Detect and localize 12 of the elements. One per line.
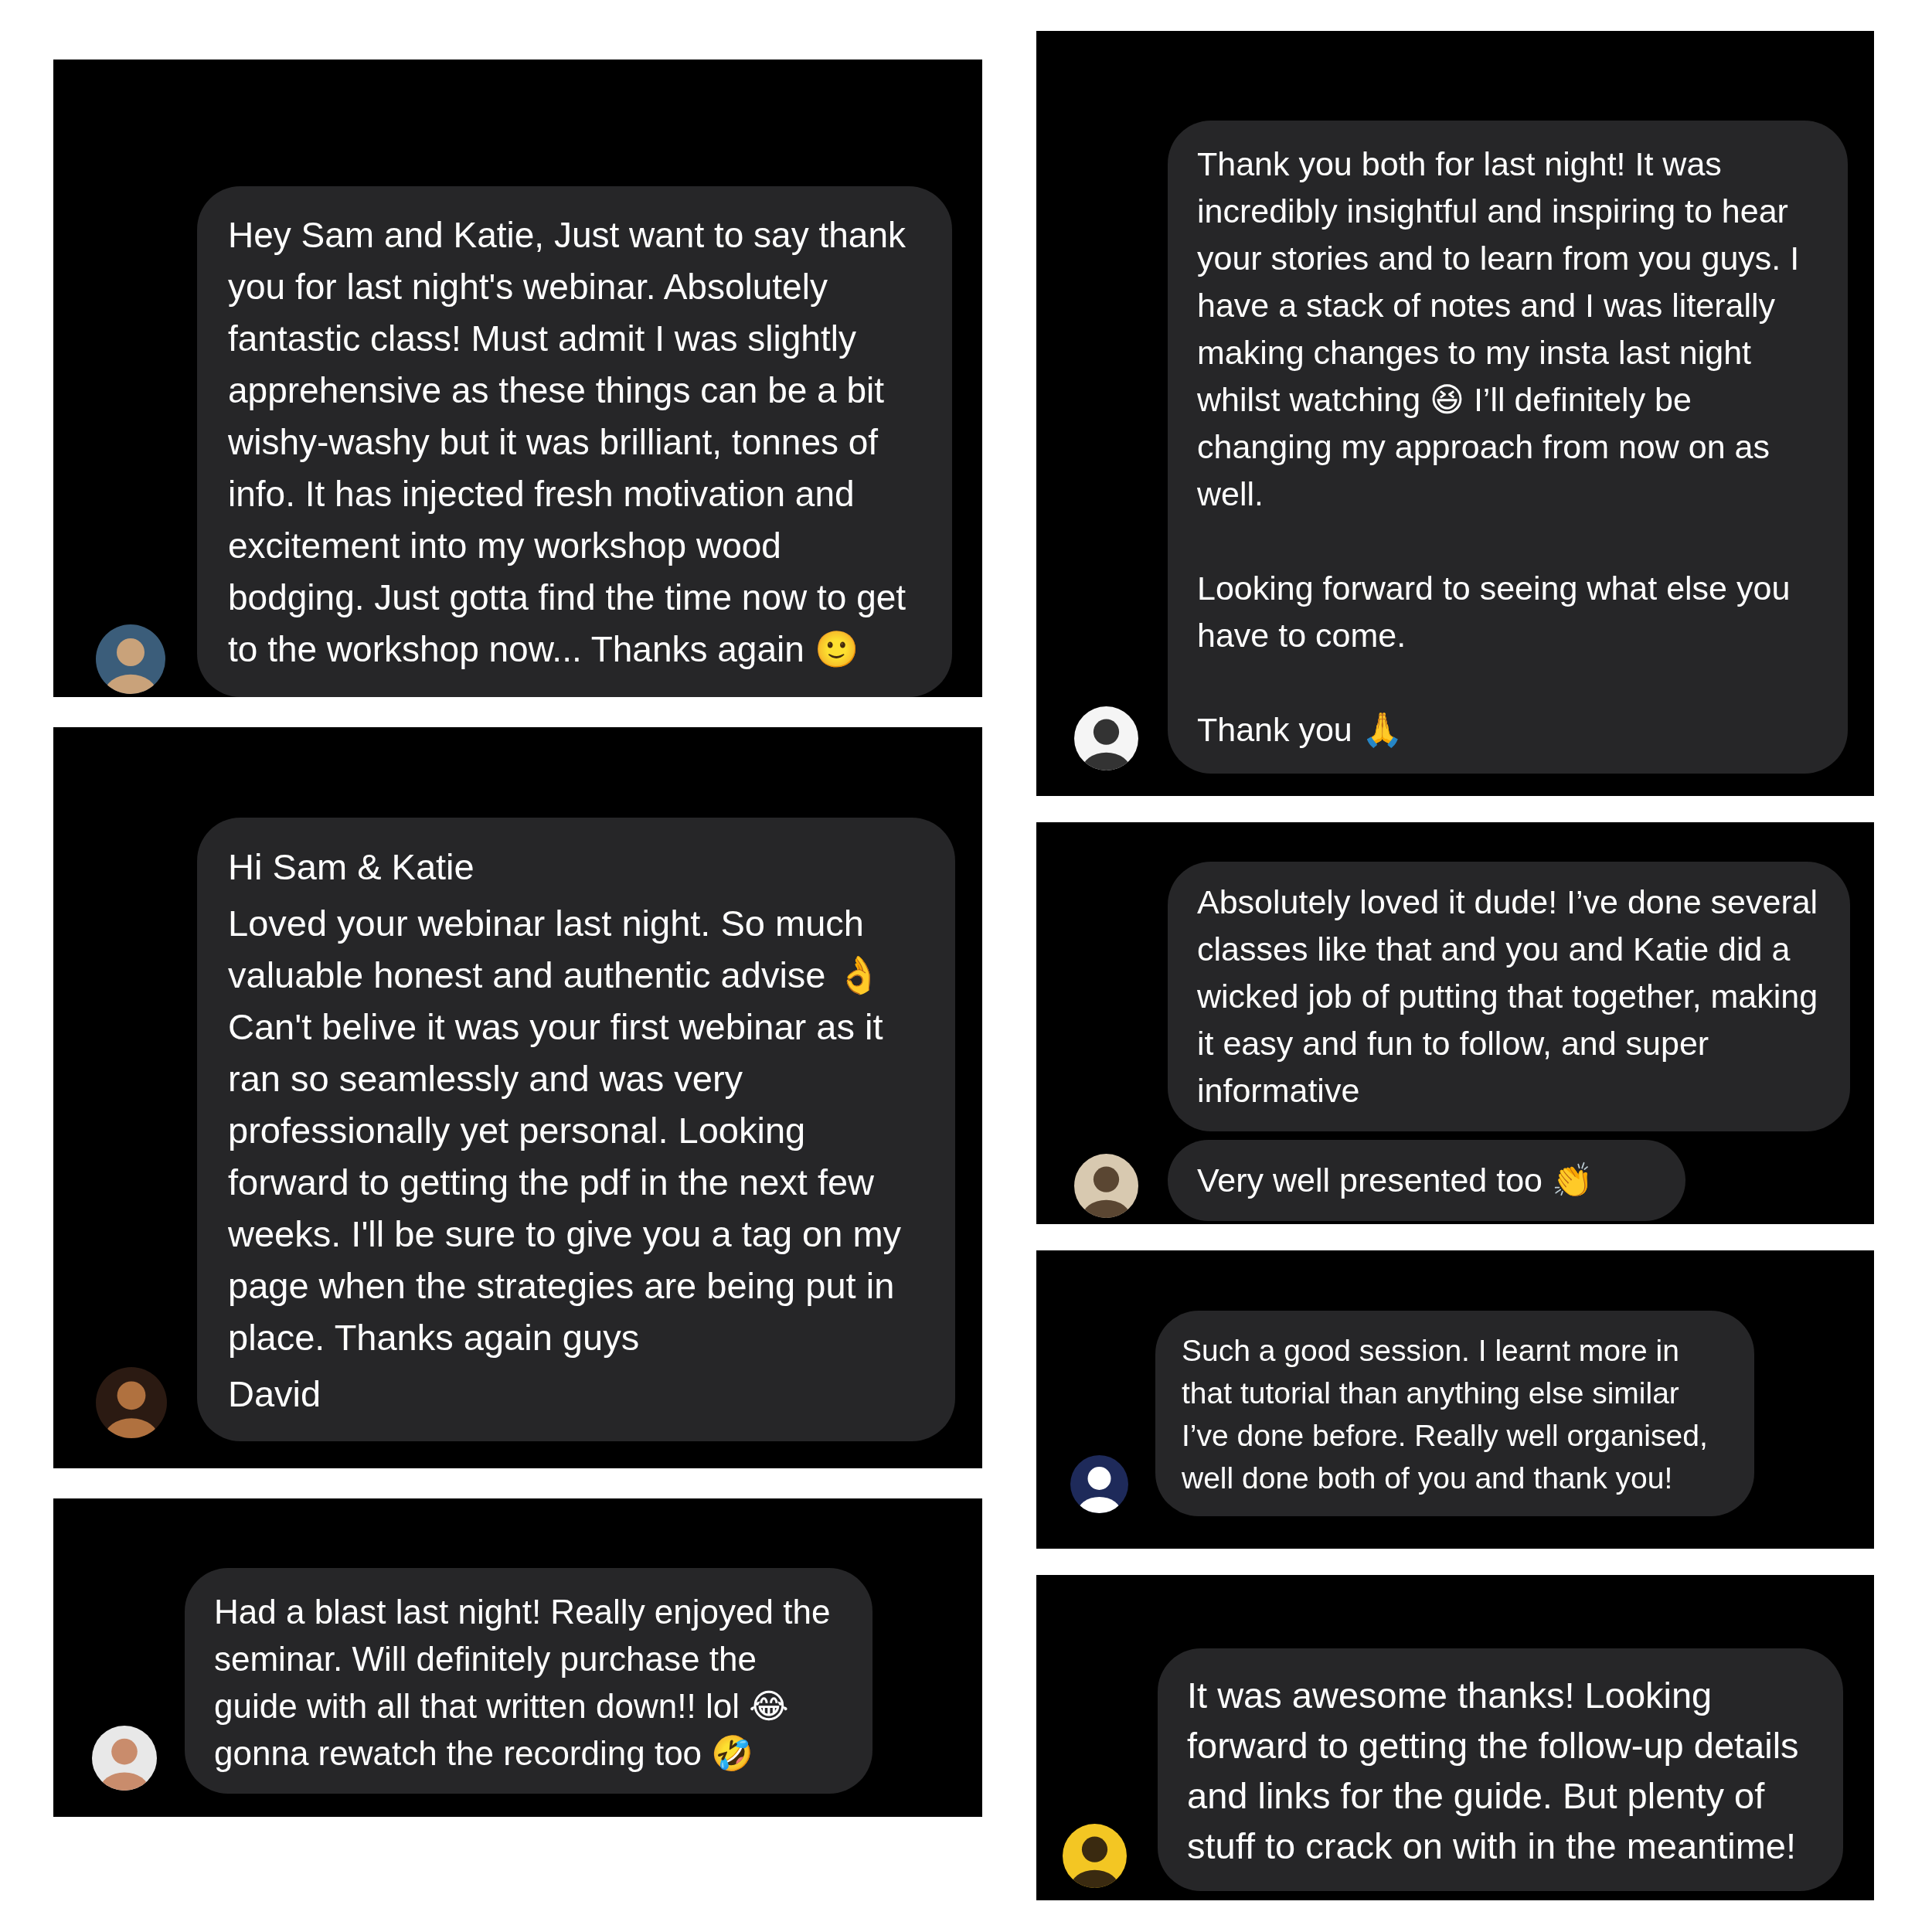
message-text: David [228,1372,322,1416]
message-text: Thank you 🙏 [1197,710,1404,750]
message-text: Thank you both for last night! It was incredibly insightful and inspiring to hear your stories and to learn from you guys. I have a stack of notes and I was literally making changes to my insta last night whilst watching 😆 I’ll definitely be changing my approach from now on as well. [1197,145,1801,514]
message-text: Hey Sam and Katie, Just want to say thank you for last night's webinar. Absolutely fantastic class! Must admit I was slightly apprehensive as these things can be a bit wishy-washy but it was brilliant, tonnes of info. It has injected fresh motivation and excitement into my workshop wood bodging. Just gotta find the time now to get to the workshop now... Thanks again 🙂 [228,214,907,671]
message-text: Loved your webinar last night. So much valuable honest and authentic advise 👌 Can't belive it was your first webinar as it ran so seamlessly and was very professionally yet personal. Looking forward to getting the pdf in the next few weeks. I'll be sure to give you a tag on my page when the strategies are being put in place. Thanks again guys [228,902,903,1359]
message-text: Looking forward to seeing what else you have to come. [1197,569,1791,655]
message-text: It was awesome thanks! Looking forward to getting the follow-up details and links for the guide. But plenty of stuff to crack on with in the meantime! [1187,1674,1800,1868]
message-text: Very well presented too 👏 [1197,1161,1594,1200]
message-text: Such a good session. I learnt more in that tutorial than anything else similar I’ve done before. Really well organised, well done both of you and thank you! [1182,1333,1709,1496]
message-text: Absolutely loved it dude! I’ve done several classes like that and you and Katie did a wicked job of putting that together, making it easy and fun to follow, and super informative [1197,883,1819,1111]
message-text: Had a blast last night! Really enjoyed the seminar. Will definitely purchase the guide with all that written down!! lol 😂 gonna rewatch the recording too 🤣 [214,1592,832,1774]
message-text: Hi Sam & Katie [228,845,475,889]
